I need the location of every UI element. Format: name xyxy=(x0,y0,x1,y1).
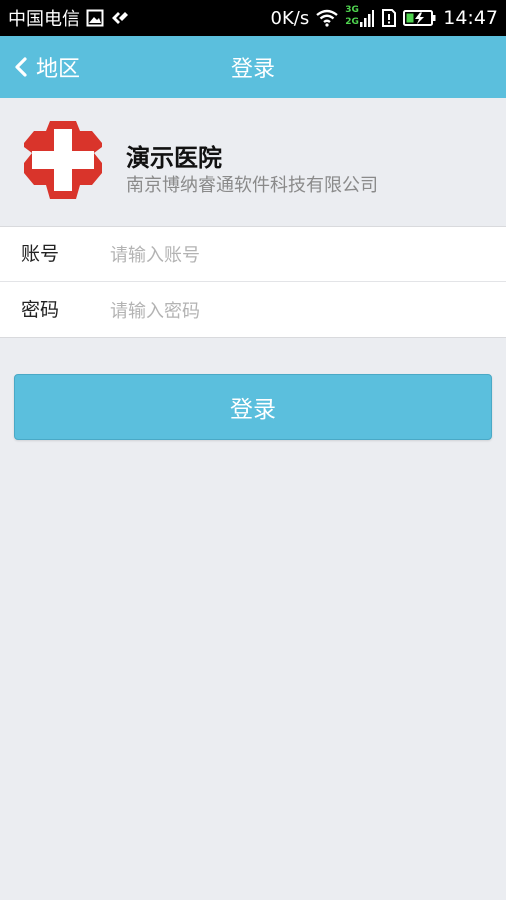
status-bar: 中国电信 0K/s 3G 2G 14:47 xyxy=(0,0,506,36)
login-button[interactable]: 登录 xyxy=(14,374,492,440)
wifi-icon xyxy=(315,9,339,27)
status-bar-left: 中国电信 xyxy=(8,5,130,31)
hospital-name: 演示医院 xyxy=(126,144,222,172)
status-bar-right: 0K/s 3G 2G 14:47 xyxy=(271,5,498,31)
account-input[interactable] xyxy=(110,237,490,273)
carrier-name: 中国电信 xyxy=(8,9,80,30)
gallery-icon xyxy=(86,9,104,27)
net-speed: 0K/s xyxy=(270,7,310,29)
chevron-left-icon xyxy=(14,56,28,78)
net-type-3g: 3G xyxy=(345,5,359,15)
sim-alert-icon xyxy=(381,8,397,28)
battery-charging-icon xyxy=(403,9,437,27)
mobile-signal-icon: 3G 2G xyxy=(345,5,375,31)
company-name: 南京博纳睿通软件科技有限公司 xyxy=(126,175,378,196)
net-type-2g: 2G xyxy=(345,17,359,27)
account-label: 账号 xyxy=(21,243,60,265)
title-bar: 地区 登录 xyxy=(0,36,506,98)
password-label: 密码 xyxy=(21,299,60,321)
hospital-header: 演示医院 南京博纳睿通软件科技有限公司 xyxy=(0,98,506,226)
login-form: 账号 密码 xyxy=(0,226,506,338)
back-label: 地区 xyxy=(36,57,81,82)
password-input[interactable] xyxy=(110,293,490,329)
account-row: 账号 xyxy=(0,227,506,282)
back-button[interactable]: 地区 xyxy=(14,36,80,98)
usb-debug-icon xyxy=(110,9,130,27)
clock: 14:47 xyxy=(443,7,498,29)
password-row: 密码 xyxy=(0,283,506,338)
hospital-cross-logo xyxy=(20,117,106,203)
